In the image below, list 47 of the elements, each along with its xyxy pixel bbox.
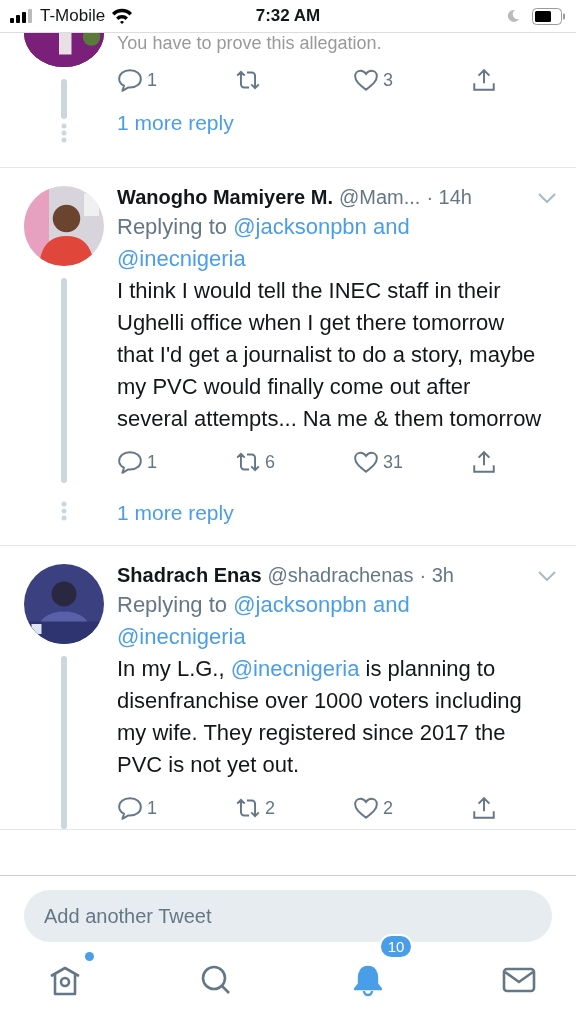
speech-bubble-icon	[117, 795, 143, 821]
replying-label: Replying to	[117, 214, 228, 239]
replying-joiner: and	[372, 592, 410, 617]
clock-time: 7:32 AM	[255, 6, 321, 26]
signal-icon	[10, 9, 34, 23]
battery-icon	[532, 7, 566, 25]
more-replies-link[interactable]: 1 more reply	[117, 101, 556, 155]
share-button[interactable]	[471, 67, 497, 93]
reply-button[interactable]: 1	[117, 795, 177, 821]
author-handle: @shadrachenas	[267, 564, 414, 587]
tweet-time: · 3h	[419, 564, 454, 587]
like-button[interactable]: 3	[353, 67, 413, 93]
reply-button[interactable]: 1	[117, 449, 177, 475]
speech-bubble-icon	[117, 449, 143, 475]
share-button[interactable]	[471, 795, 497, 821]
reply-button[interactable]: 1	[117, 67, 177, 93]
carrier-name: T-Mobile	[40, 6, 106, 26]
like-button[interactable]: 2	[353, 795, 413, 821]
author-handle: @Mam...	[338, 186, 421, 209]
tweet-text: In my L.G., @inecnigeria is planning to disenfranchise over 1000 voters including my wife. They registered since 2017 the PVC is not yet out.	[117, 655, 523, 779]
moon-icon	[506, 9, 520, 23]
mention-link[interactable]: @inecnigeria	[117, 246, 246, 271]
tweet-time: · 14h	[426, 186, 472, 209]
tweet-input-field[interactable]: Add another Tweet	[24, 890, 552, 942]
wifi-icon	[111, 8, 134, 24]
mention-link[interactable]: @jacksonpbn	[233, 592, 367, 617]
more-dots-icon	[61, 123, 67, 143]
replying-joiner: and	[372, 214, 410, 239]
notification-count: 10	[378, 934, 414, 959]
like-button[interactable]: 31	[353, 449, 413, 475]
mention-link[interactable]: @jacksonpbn	[233, 214, 367, 239]
mention-link[interactable]: @inecnigeria	[230, 656, 360, 681]
author-name[interactable]: Shadrach Enas	[117, 564, 262, 587]
more-dots-icon	[61, 501, 67, 521]
retweet-button[interactable]: 6	[235, 449, 295, 475]
retweet-button[interactable]: 2	[235, 795, 295, 821]
share-button[interactable]	[471, 449, 497, 475]
tweet-text: I think I would tell the INEC staff in their Ughelli office when I get there tomorrow that I'd get a journalist to do a story, maybe my PVC would finally come out after several attempts... Na me & them tomorrow	[117, 277, 542, 433]
tweet-text: You have to prove this allegation.	[117, 33, 383, 53]
more-replies-link[interactable]: 1 more reply	[117, 483, 556, 545]
speech-bubble-icon	[117, 67, 143, 93]
heart-icon	[353, 449, 379, 475]
replying-label: Replying to	[117, 592, 228, 617]
heart-icon	[353, 67, 379, 93]
heart-icon	[353, 795, 379, 821]
mention-link[interactable]: @inecnigeria	[117, 624, 246, 649]
author-name[interactable]: Wanogho Mamiyere M.	[117, 186, 333, 209]
